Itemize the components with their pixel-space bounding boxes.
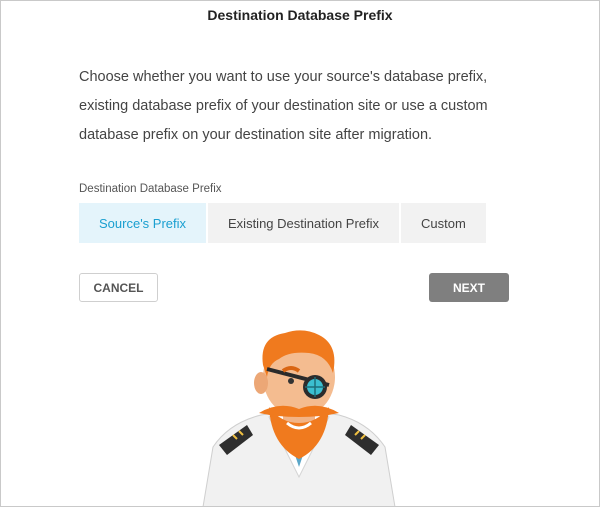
dialog: Destination Database Prefix Choose wheth…	[0, 0, 600, 507]
prefix-field-label: Destination Database Prefix	[79, 183, 222, 195]
option-custom-prefix[interactable]: Custom	[401, 203, 486, 243]
prefix-option-group: Source's Prefix Existing Destination Pre…	[79, 203, 488, 243]
option-sources-prefix[interactable]: Source's Prefix	[79, 203, 207, 243]
next-button[interactable]: NEXT	[429, 273, 509, 302]
cancel-button[interactable]: CANCEL	[79, 273, 158, 302]
option-existing-destination-prefix[interactable]: Existing Destination Prefix	[208, 203, 400, 243]
dialog-description: Choose whether you want to use your sour…	[79, 69, 488, 143]
dialog-title: Destination Database Prefix	[207, 7, 393, 23]
captain-mascot-illustration	[199, 327, 399, 506]
